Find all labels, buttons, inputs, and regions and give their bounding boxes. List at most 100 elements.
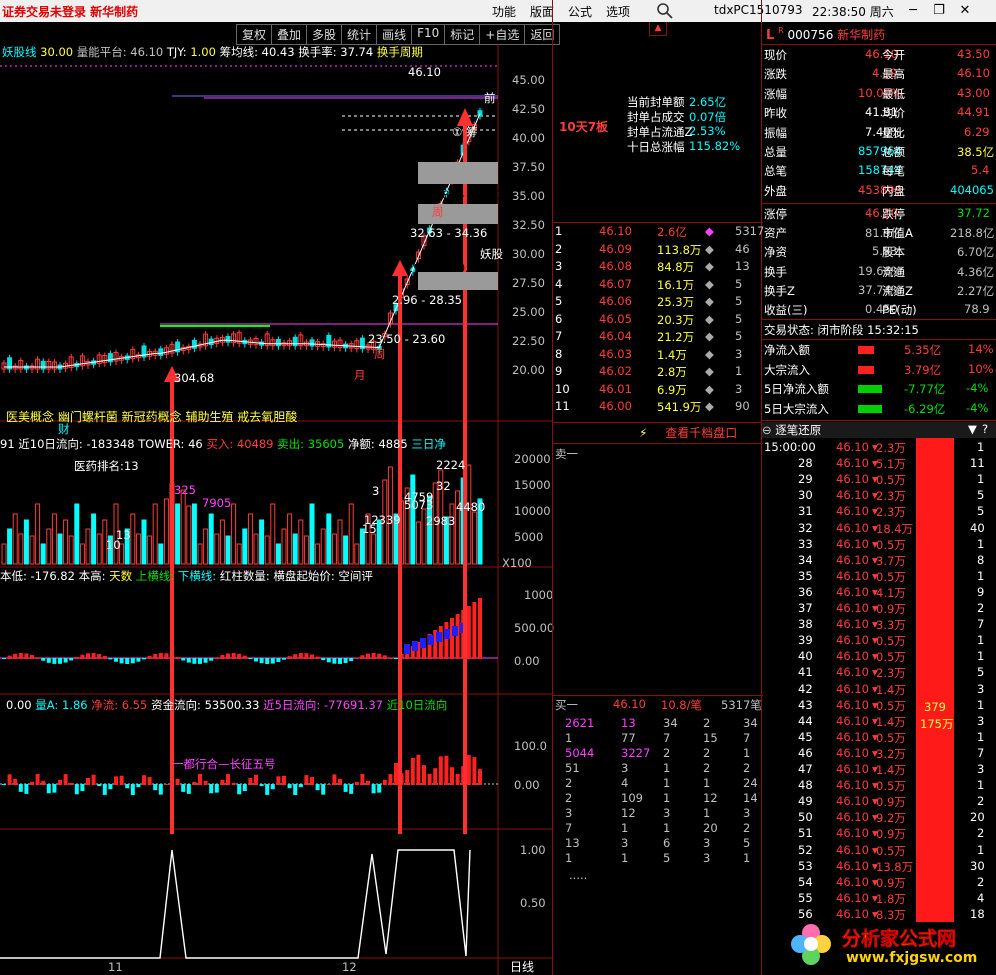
tick-time: 30 bbox=[798, 488, 813, 503]
quote-label: 外盘 bbox=[764, 183, 787, 198]
tick-count: 5 bbox=[977, 665, 985, 680]
quote-label: 涨跌 bbox=[764, 67, 787, 82]
flow-value: -7.77亿 bbox=[904, 382, 946, 396]
quote-label: 量比 bbox=[882, 125, 905, 140]
tick-volume: 1.8万 bbox=[876, 891, 906, 906]
quote-value: 4.36亿 bbox=[957, 264, 995, 279]
tick-count: 7 bbox=[977, 617, 985, 632]
tab-restore-rights[interactable]: 复权 bbox=[236, 24, 273, 45]
macd-tick: 0.00 bbox=[514, 654, 540, 668]
flow-bar bbox=[858, 346, 874, 354]
tick-volume: 0.5万 bbox=[876, 779, 906, 794]
quote-value: 37.72 bbox=[957, 206, 990, 220]
seal-stat-label: 十日总涨幅 bbox=[627, 140, 685, 154]
tab-mark[interactable]: 标记 bbox=[445, 24, 481, 45]
queue-cell: 1 bbox=[703, 776, 711, 790]
volume-mark: 13 bbox=[116, 528, 131, 542]
price-tick: 45.00 bbox=[512, 73, 545, 87]
price-tick: 25.00 bbox=[512, 305, 545, 319]
collapse-icon[interactable]: ▲ bbox=[649, 22, 667, 36]
bid-level-amount: 21.2万 bbox=[657, 330, 695, 344]
seal-stat-value: 115.82% bbox=[689, 139, 741, 153]
menu-layout[interactable]: 版面 bbox=[530, 3, 554, 20]
flow-value: 3.79亿 bbox=[904, 362, 942, 377]
volume-mark: 7905 bbox=[202, 496, 232, 510]
tab-add-watchlist[interactable]: +自选 bbox=[480, 24, 526, 45]
flow-pct: -4% bbox=[966, 400, 989, 415]
tick-volume: 0.5万 bbox=[876, 730, 906, 745]
flow-annotation: 一都行合—长征五号 bbox=[172, 757, 276, 771]
tab-multi-stock[interactable]: 多股 bbox=[307, 24, 343, 45]
price-tick: 32.50 bbox=[512, 218, 545, 232]
macd-tick: 500.00 bbox=[514, 621, 555, 635]
quote-label: 总笔 bbox=[764, 164, 787, 179]
tick-volume: 3.3万 bbox=[876, 618, 906, 633]
bid-level-num: 9 bbox=[555, 364, 563, 378]
queue-cell: 2 bbox=[703, 761, 711, 775]
menu-function[interactable]: 功能 bbox=[492, 3, 516, 20]
flower-icon bbox=[791, 924, 831, 965]
macd-bars bbox=[0, 598, 498, 664]
tab-stats[interactable]: 统计 bbox=[342, 24, 378, 45]
minimize-icon[interactable]: ─ bbox=[900, 0, 926, 22]
queue-cell: 20 bbox=[703, 821, 718, 835]
bid-level-amount: 6.9万 bbox=[657, 382, 687, 397]
tick-time: 29 bbox=[798, 472, 813, 487]
tick-time: 15:00:00 bbox=[764, 440, 816, 454]
tick-volume: 2.3万 bbox=[876, 666, 906, 681]
tick-price: 46.10 bbox=[836, 536, 869, 551]
restore-icon[interactable]: ❐ bbox=[926, 0, 952, 22]
volume-mark: 5073 bbox=[404, 498, 434, 512]
watermark-title: 分析家公式网 bbox=[842, 928, 957, 951]
tick-price: 46.10 bbox=[836, 713, 869, 728]
queue-cell: 1 bbox=[743, 851, 751, 865]
close-icon[interactable]: ✕ bbox=[952, 0, 978, 22]
quote-label: 市值A bbox=[882, 226, 913, 241]
bid-level-num: 1 bbox=[555, 224, 563, 238]
seal-stat-value: 2.53% bbox=[689, 124, 726, 138]
tick-time: 44 bbox=[798, 713, 813, 728]
quote-label: 总额 bbox=[882, 145, 905, 159]
flow-tick: 0.00 bbox=[514, 778, 540, 792]
collapse-circle-icon[interactable]: ⊖ bbox=[762, 423, 772, 437]
quote-label: 流通 bbox=[882, 264, 905, 279]
bid-level-price: 46.06 bbox=[599, 294, 632, 308]
price-tick: 27.50 bbox=[512, 276, 545, 290]
tab-f10[interactable]: F10 bbox=[412, 24, 446, 45]
queue-cell: 6 bbox=[663, 836, 671, 850]
concept-tags[interactable]: 医美概念 幽门螺杆菌 新冠药概念 辅助生殖 戒去氧胆酸 bbox=[6, 408, 297, 425]
view-all-levels-button[interactable]: ⚡ 查看千档盘口 bbox=[639, 424, 737, 441]
tick-count: 20 bbox=[970, 810, 985, 825]
bid-level-count: 1 bbox=[735, 364, 743, 378]
tick-count: 7 bbox=[977, 745, 985, 760]
tick-volume: 2.3万 bbox=[876, 505, 906, 520]
bid-level-count: 5 bbox=[735, 276, 743, 291]
queue-cell: 3 bbox=[621, 836, 629, 850]
queue-cell: 24 bbox=[743, 776, 758, 790]
tick-header: ⊖ 逐笔还原 ▼ ? bbox=[762, 422, 996, 438]
tab-overlay[interactable]: 叠加 bbox=[272, 24, 308, 45]
bid-level-num: 4 bbox=[555, 276, 563, 291]
tab-draw-line[interactable]: 画线 bbox=[377, 24, 413, 45]
tick-time: 41 bbox=[798, 665, 813, 680]
tick-volume: 0.5万 bbox=[876, 650, 906, 665]
filter-icon[interactable]: ▼ bbox=[968, 422, 977, 436]
seal-stat-value: 0.07倍 bbox=[689, 110, 727, 124]
tick-time: 49 bbox=[798, 794, 813, 809]
tick-price: 46.10 bbox=[836, 778, 869, 793]
tick-price: 46.10 bbox=[836, 633, 869, 648]
queue-more[interactable]: ..... bbox=[569, 868, 587, 882]
tick-count: 3 bbox=[977, 762, 985, 776]
help-icon[interactable]: ? bbox=[982, 422, 988, 436]
bid-level-amount: 1.4万 bbox=[657, 347, 687, 362]
diamond-icon: ◆ bbox=[705, 259, 714, 273]
diamond-icon: ◆ bbox=[705, 294, 714, 308]
flow-value: -6.29亿 bbox=[904, 401, 946, 416]
r-badge: R bbox=[778, 26, 784, 35]
bid-level-price: 46.00 bbox=[599, 399, 632, 413]
chart-toolbar: 复权 叠加 多股 统计 画线 F10 标记 +自选 返回 bbox=[236, 24, 561, 45]
tick-count: 11 bbox=[970, 456, 985, 471]
tick-price: 46.10 bbox=[836, 440, 869, 454]
period-daily[interactable]: 日线 bbox=[510, 958, 534, 975]
quote-value: 2.27亿 bbox=[957, 283, 995, 298]
